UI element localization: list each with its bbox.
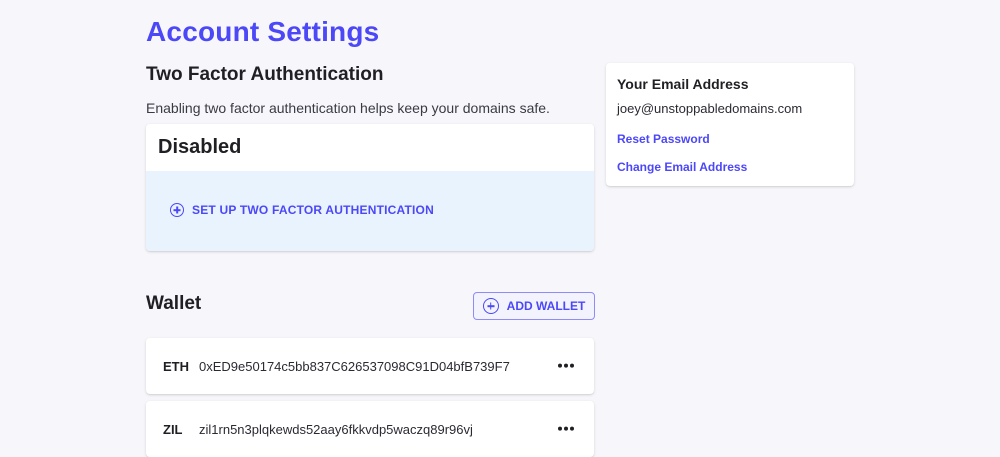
two-factor-card: Disabled SET UP TWO FACTOR AUTHENTICATIO… [146,124,594,251]
two-factor-status: Disabled [158,136,242,158]
setup-two-factor-button[interactable]: SET UP TWO FACTOR AUTHENTICATION [170,203,434,217]
reset-password-link[interactable]: Reset Password [617,132,710,146]
plus-circle-icon [170,203,184,217]
wallet-address: zil1rn5n3plqkewds52aay6fkkvdp5waczq89r96… [199,421,473,437]
change-email-link[interactable]: Change Email Address [617,160,747,174]
add-wallet-button[interactable]: ADD WALLET [473,292,595,320]
page-title: Account Settings [146,16,380,47]
email-address: joey@unstoppabledomains.com [617,101,803,116]
setup-two-factor-label: SET UP TWO FACTOR AUTHENTICATION [192,203,434,217]
add-wallet-label: ADD WALLET [506,299,586,313]
email-card: Your Email Address joey@unstoppabledomai… [606,63,854,186]
wallet-heading: Wallet [146,293,202,314]
wallet-row-eth: ETH 0xED9e50174c5bb837C626537098C91D04bf… [146,338,594,394]
wallet-address: 0xED9e50174c5bb837C626537098C91D04bfB739… [199,358,510,374]
two-factor-panel: SET UP TWO FACTOR AUTHENTICATION [146,171,594,251]
more-horizontal-icon[interactable] [558,363,574,368]
two-factor-description: Enabling two factor authentication helps… [146,100,550,116]
plus-circle-icon [482,298,499,314]
more-horizontal-icon[interactable] [558,426,574,431]
wallet-coin: ZIL [163,421,183,437]
wallet-coin: ETH [163,358,189,374]
wallet-row-zil: ZIL zil1rn5n3plqkewds52aay6fkkvdp5waczq8… [146,401,594,457]
two-factor-heading: Two Factor Authentication [146,64,384,85]
email-heading: Your Email Address [617,76,749,92]
